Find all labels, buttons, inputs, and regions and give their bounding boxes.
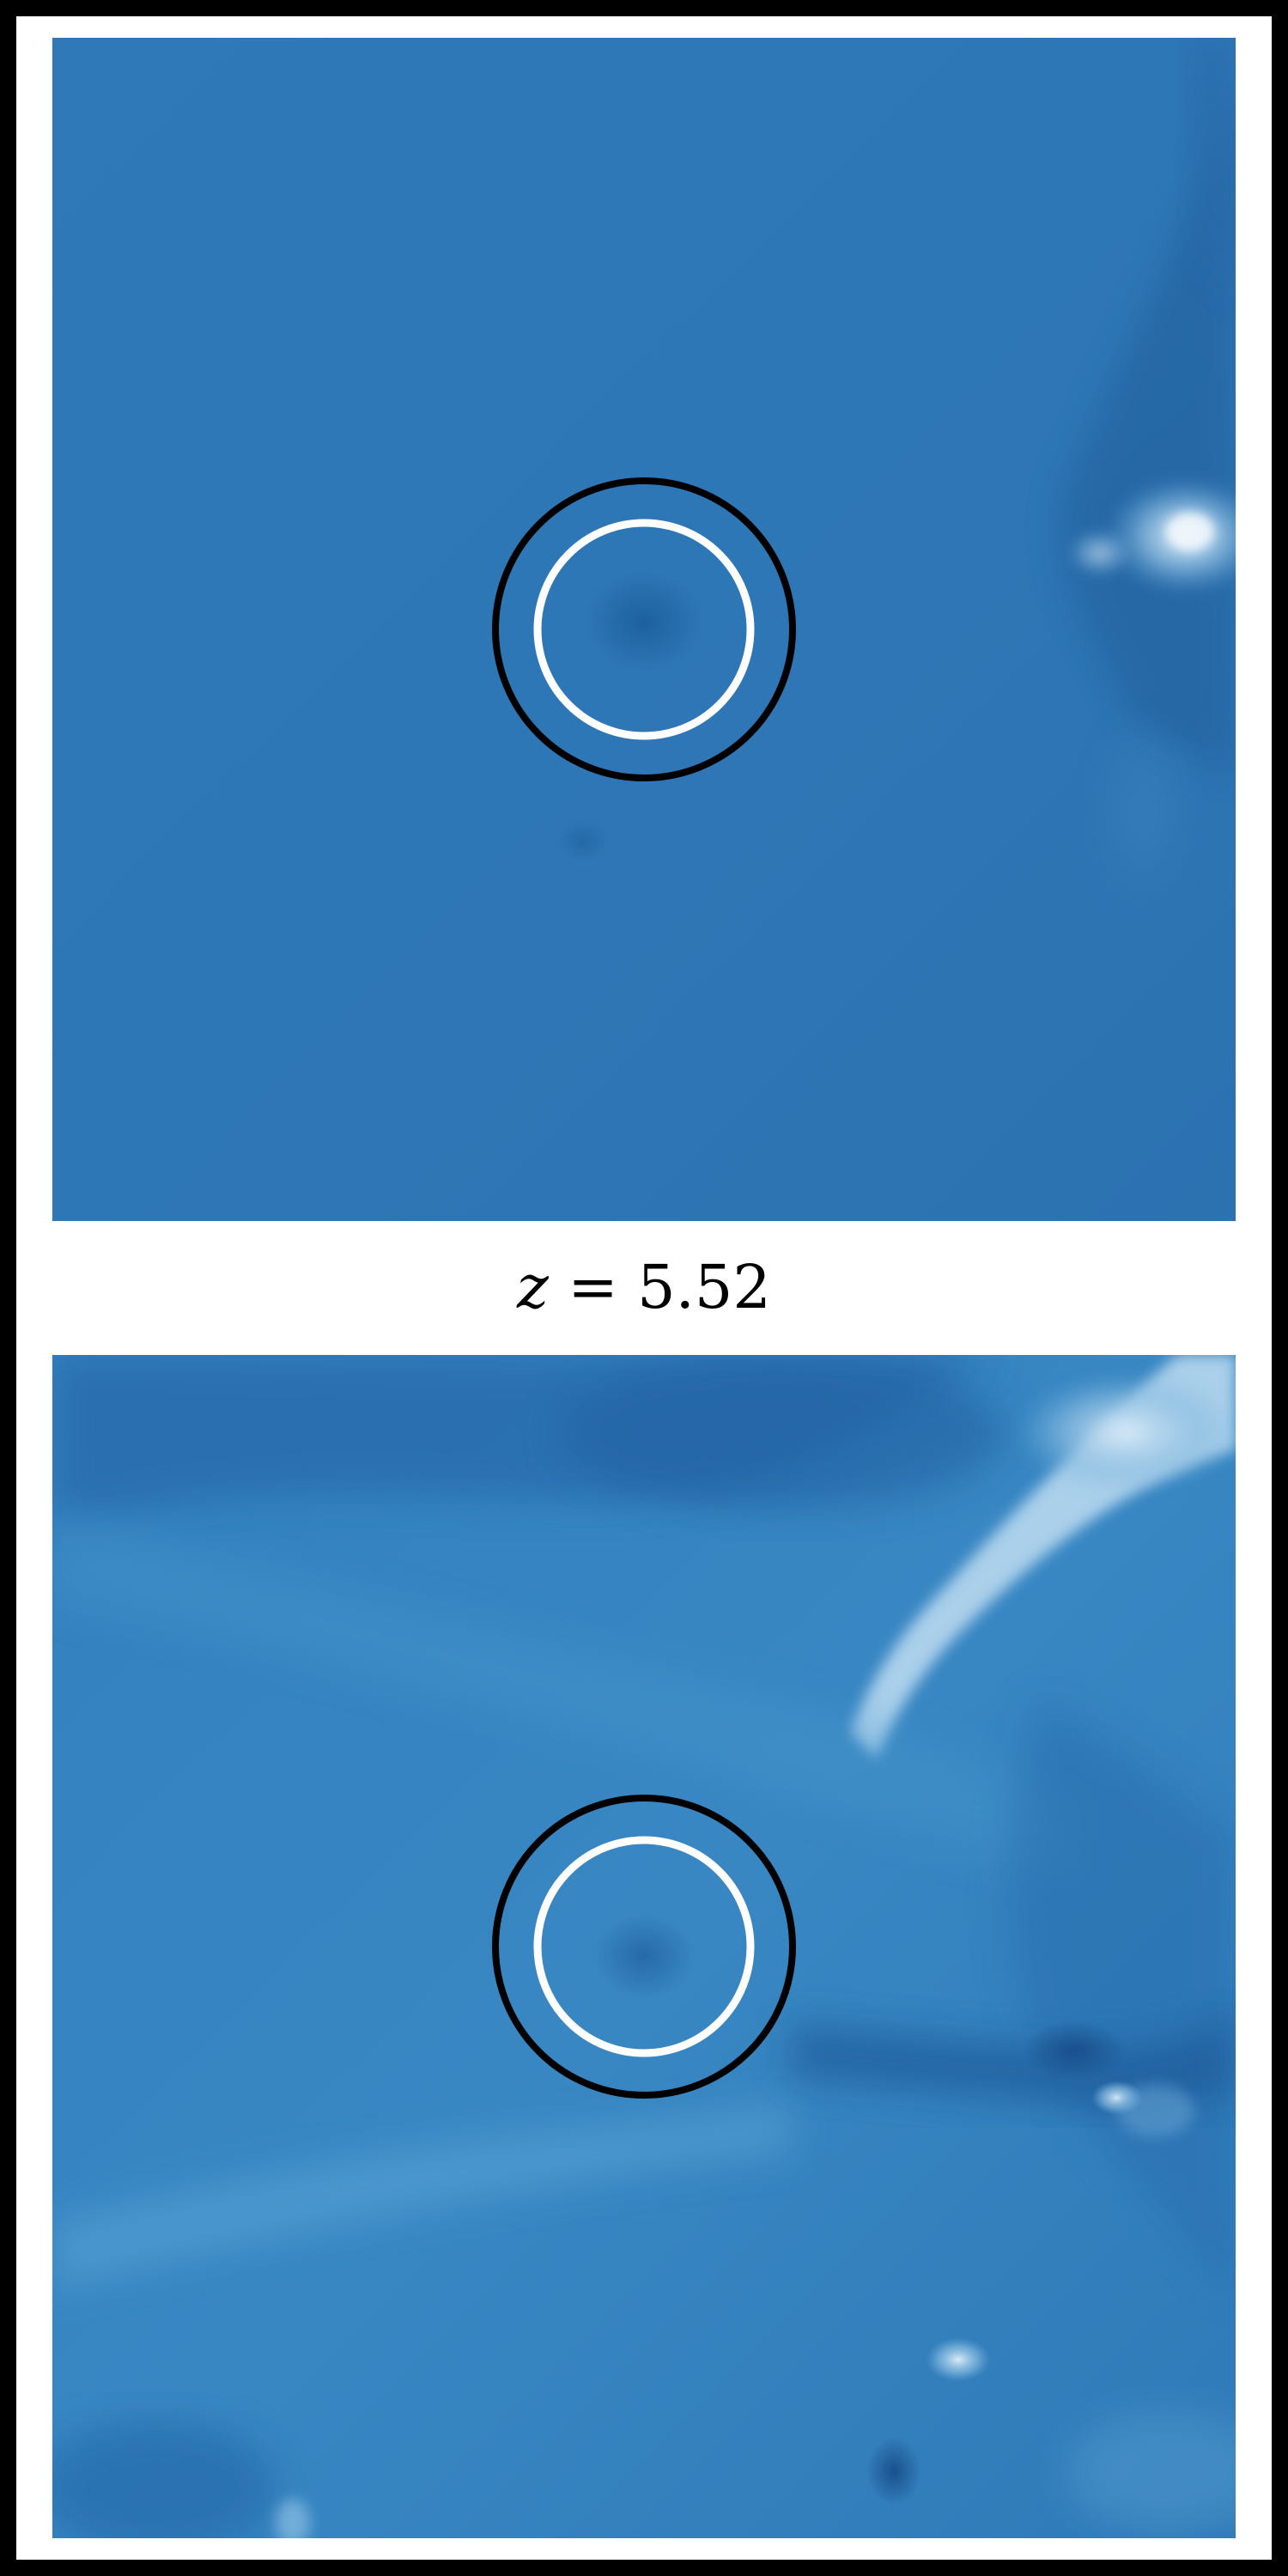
top-density-panel <box>52 38 1236 1221</box>
top-small-dip <box>557 819 609 862</box>
redshift-operator: = <box>568 1252 618 1322</box>
top-bright-core <box>1166 513 1214 550</box>
redshift-value: 5.52 <box>637 1252 771 1322</box>
bottom-bright-blob-lower <box>926 2337 991 2382</box>
figure-frame: z = 5.52 <box>0 0 1288 2576</box>
bottom-dark-top-patch <box>559 1355 1005 1510</box>
bottom-density-panel <box>52 1355 1236 2538</box>
redshift-variable: z <box>517 1252 549 1322</box>
bottom-bright-blob-halo <box>1117 2085 1194 2136</box>
top-soft-patch <box>1091 708 1194 914</box>
top-density-map <box>52 38 1236 1221</box>
top-bright-knot <box>1066 527 1134 579</box>
top-central-dip <box>584 570 704 673</box>
redshift-label: z = 5.52 <box>16 1236 1272 1339</box>
bottom-dark-spot-lower <box>866 2437 921 2506</box>
bottom-central-dip <box>592 1913 696 1999</box>
figure-card: z = 5.52 <box>16 16 1272 2560</box>
bottom-dark-knot <box>1023 2020 1126 2081</box>
bottom-density-map <box>52 1355 1236 2538</box>
bottom-bright-filament-head <box>1014 1372 1236 1492</box>
